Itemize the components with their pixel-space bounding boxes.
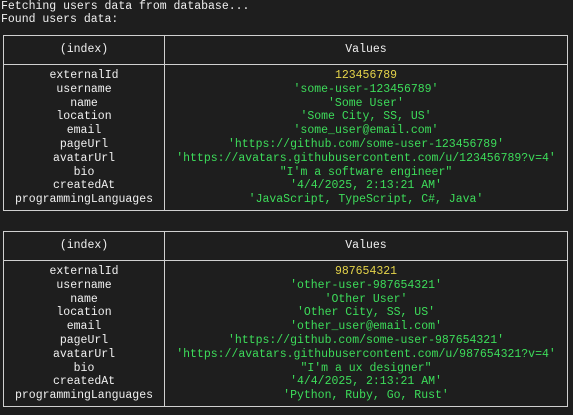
table-row: email 'other_user@email.com' bbox=[4, 320, 567, 334]
row-value: "I'm a ux designer" bbox=[300, 361, 432, 375]
table-row: avatarUrl 'https://avatars.githubusercont… bbox=[4, 348, 567, 362]
console-line-found: Found users data: bbox=[1, 13, 119, 26]
table-header: (index) Values bbox=[4, 36, 567, 65]
row-key: createdAt bbox=[52, 179, 116, 193]
row-value: 'some_user@email.com' bbox=[293, 124, 439, 138]
table-row: username 'some-user-123456789' bbox=[4, 83, 567, 97]
row-key: programmingLanguages bbox=[14, 389, 154, 403]
table-row: username 'other-user-987654321' bbox=[4, 279, 567, 293]
user-table-2: (index) Values externalId 987654321 usern… bbox=[3, 231, 568, 407]
row-key: location bbox=[56, 306, 112, 320]
row-value: 'https://avatars.githubusercontent.com/u… bbox=[176, 347, 556, 361]
row-key: pageUrl bbox=[59, 137, 109, 151]
console-line-fetching: Fetching users data from database... bbox=[1, 0, 250, 13]
table-row: bio "I'm a ux designer" bbox=[4, 362, 567, 376]
row-key: bio bbox=[73, 361, 95, 375]
row-value: 'JavaScript, TypeScript, C#, Java' bbox=[248, 193, 484, 207]
row-key: username bbox=[56, 278, 112, 292]
header-values: Values bbox=[345, 239, 387, 252]
row-value: 'https://github.com/some-user-123456789' bbox=[227, 137, 505, 151]
row-value: 'some-user-123456789' bbox=[293, 82, 439, 96]
table-row: programmingLanguages 'Python, Ruby, Go, R… bbox=[4, 389, 567, 403]
terminal-output: Fetching users data from database... Fou… bbox=[0, 0, 573, 415]
row-value: '4/4/2025, 2:13:21 AM' bbox=[290, 179, 442, 193]
header-index: (index) bbox=[59, 43, 109, 56]
row-value: 987654321 bbox=[334, 265, 398, 278]
row-value: 'other_user@email.com' bbox=[290, 320, 442, 334]
table-row: location 'Other City, SS, US' bbox=[4, 306, 567, 320]
table-row: externalId 987654321 bbox=[4, 265, 567, 279]
table-row: pageUrl 'https://github.com/some-user-123… bbox=[4, 138, 567, 152]
row-key: programmingLanguages bbox=[14, 193, 154, 207]
row-key: createdAt bbox=[52, 375, 116, 389]
table-body: externalId 987654321 username 'other-user-… bbox=[4, 261, 567, 406]
row-value: 'Some User' bbox=[328, 96, 404, 110]
table-row: programmingLanguages 'JavaScript, TypeScr… bbox=[4, 193, 567, 207]
table-row: externalId 123456789 bbox=[4, 69, 567, 83]
row-key: name bbox=[70, 292, 98, 306]
header-index: (index) bbox=[59, 239, 109, 252]
table-row: createdAt '4/4/2025, 2:13:21 AM' bbox=[4, 179, 567, 193]
table-row: name 'Other User' bbox=[4, 293, 567, 307]
row-value: 'Other User' bbox=[324, 292, 408, 306]
table-row: createdAt '4/4/2025, 2:13:21 AM' bbox=[4, 375, 567, 389]
row-key: externalId bbox=[49, 265, 119, 278]
row-key: email bbox=[66, 124, 102, 138]
row-key: bio bbox=[73, 165, 95, 179]
row-key: avatarUrl bbox=[52, 347, 116, 361]
table-row: email 'some_user@email.com' bbox=[4, 124, 567, 138]
row-key: email bbox=[66, 320, 102, 334]
row-value: "I'm a software engineer" bbox=[279, 165, 453, 179]
row-value: 'Some City, SS, US' bbox=[300, 110, 432, 124]
table-body: externalId 123456789 username 'some-user-1… bbox=[4, 65, 567, 210]
header-values: Values bbox=[345, 43, 387, 56]
row-key: externalId bbox=[49, 69, 119, 82]
table-header: (index) Values bbox=[4, 232, 567, 261]
row-key: name bbox=[70, 96, 98, 110]
table-row: avatarUrl 'https://avatars.githubusercont… bbox=[4, 152, 567, 166]
row-value: 'Python, Ruby, Go, Rust' bbox=[283, 389, 449, 403]
table-row: pageUrl 'https://github.com/some-user-987… bbox=[4, 334, 567, 348]
table-row: location 'Some City, SS, US' bbox=[4, 110, 567, 124]
table-row: bio "I'm a software engineer" bbox=[4, 166, 567, 180]
row-key: pageUrl bbox=[59, 333, 109, 347]
row-key: avatarUrl bbox=[52, 151, 116, 165]
row-value: 'https://avatars.githubusercontent.com/u… bbox=[176, 151, 556, 165]
row-value: '4/4/2025, 2:13:21 AM' bbox=[290, 375, 442, 389]
row-value: 'https://github.com/some-user-987654321' bbox=[227, 333, 505, 347]
row-key: location bbox=[56, 110, 112, 124]
row-value: 'Other City, SS, US' bbox=[296, 306, 436, 320]
row-value: 123456789 bbox=[334, 69, 398, 82]
user-table-1: (index) Values externalId 123456789 usern… bbox=[3, 35, 568, 211]
row-key: username bbox=[56, 82, 112, 96]
table-row: name 'Some User' bbox=[4, 97, 567, 111]
row-value: 'other-user-987654321' bbox=[290, 278, 442, 292]
